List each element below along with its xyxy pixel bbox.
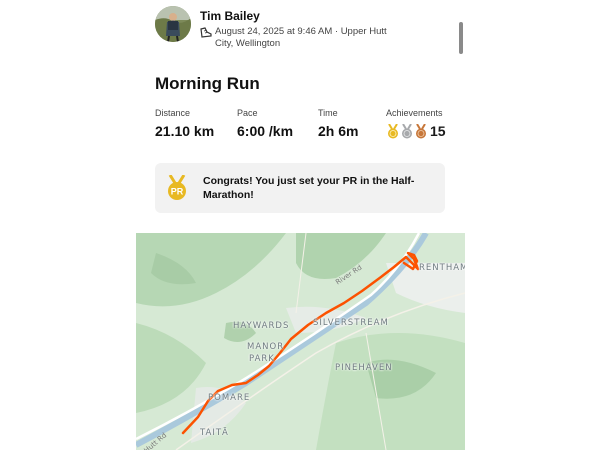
pr-badge-icon: PR <box>168 175 186 200</box>
shoe-icon <box>200 27 212 38</box>
place-label: HAYWARDS <box>233 321 290 331</box>
place-label: POMARE <box>208 393 251 403</box>
place-label: RENTHAM <box>419 263 465 273</box>
avatar[interactable] <box>155 6 191 42</box>
scrollbar[interactable] <box>459 22 463 54</box>
stat-label: Time <box>318 108 338 118</box>
activity-date-location: August 24, 2025 at 9:46 AM · Upper Hutt … <box>215 26 387 49</box>
stat-time: Time 2h 6m <box>318 108 358 139</box>
activity-header: Tim Bailey August 24, 2025 at 9:46 AM · … <box>155 6 455 50</box>
stat-label: Achievements <box>386 108 443 118</box>
stat-pace: Pace 6:00 /km <box>237 108 293 139</box>
gold-medal-icon <box>388 123 398 138</box>
silver-medal-icon <box>402 123 412 138</box>
bronze-medal-icon <box>416 123 426 138</box>
stat-label: Distance <box>155 108 191 118</box>
medals: 15 <box>386 123 446 139</box>
place-label: TAITĀ <box>200 428 229 438</box>
stat-value: 2h 6m <box>318 123 359 139</box>
athlete-name[interactable]: Tim Bailey <box>200 9 260 23</box>
stat-value: 6:00 /km <box>237 123 294 139</box>
stats-row: Distance 21.10 km Pace 6:00 /km Time 2h … <box>155 108 455 144</box>
place-label: PARK <box>249 354 275 364</box>
place-label: MANOR <box>247 342 285 352</box>
pr-message: Congrats! You just set your PR in the Ha… <box>203 175 415 201</box>
map-canvas <box>136 233 465 450</box>
pr-card[interactable]: PR Congrats! You just set your PR in the… <box>155 163 445 213</box>
activity-title: Morning Run <box>155 74 260 93</box>
place-label: PINEHAVEN <box>335 363 393 373</box>
stat-distance: Distance 21.10 km <box>155 108 214 139</box>
activity-meta: August 24, 2025 at 9:46 AM · Upper Hutt … <box>200 26 400 50</box>
achievement-count: 15 <box>430 123 446 139</box>
route-map[interactable]: RENTHAM HAYWARDS SILVERSTREAM MANOR PARK… <box>136 233 465 450</box>
stat-label: Pace <box>237 108 258 118</box>
place-label: SILVERSTREAM <box>313 318 389 328</box>
stat-value: 21.10 km <box>155 123 215 139</box>
stat-achievements[interactable]: Achievements 15 <box>386 108 446 139</box>
pr-badge-label: PR <box>171 187 184 197</box>
